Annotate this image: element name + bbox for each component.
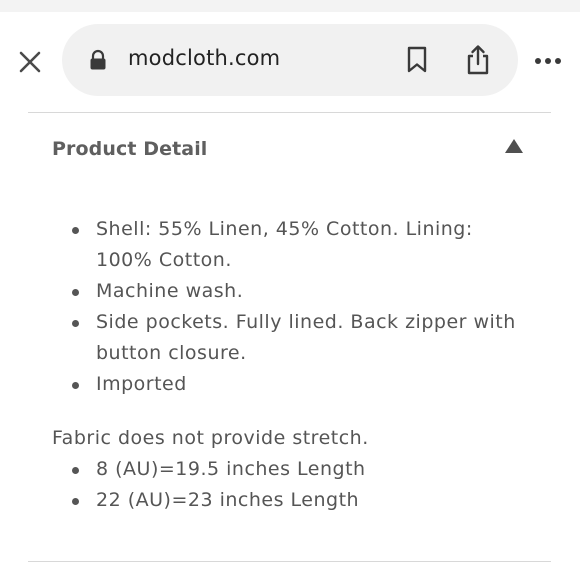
size-list: 8 (AU)=19.5 inches Length 22 (AU)=23 inc… bbox=[52, 454, 532, 516]
bullet bbox=[72, 227, 79, 234]
more-horizontal-icon bbox=[535, 58, 561, 64]
list-item: 8 (AU)=19.5 inches Length bbox=[52, 454, 532, 485]
bullet bbox=[72, 498, 79, 505]
list-item: Side pockets. Fully lined. Back zipper w… bbox=[52, 307, 532, 369]
page: modcloth.com Product Detail Shell: 55% L… bbox=[0, 0, 580, 580]
address-bar[interactable]: modcloth.com bbox=[62, 24, 518, 96]
close-button[interactable] bbox=[14, 46, 46, 78]
product-detail-title: Product Detail bbox=[52, 138, 208, 160]
bullet bbox=[72, 289, 79, 296]
list-item: 22 (AU)=23 inches Length bbox=[52, 485, 532, 516]
bullet bbox=[72, 320, 79, 327]
bullet bbox=[72, 382, 79, 389]
lock-icon bbox=[90, 49, 106, 70]
bullet bbox=[72, 467, 79, 474]
browser-toolbar: modcloth.com bbox=[0, 12, 580, 108]
triangle-up-icon[interactable] bbox=[504, 138, 524, 154]
bookmark-button[interactable] bbox=[400, 42, 434, 78]
product-detail-list: Shell: 55% Linen, 45% Cotton. Lining: 10… bbox=[52, 214, 532, 400]
url-text: modcloth.com bbox=[128, 46, 281, 70]
top-divider bbox=[28, 112, 551, 113]
status-strip bbox=[0, 0, 580, 12]
product-detail-accordion-header[interactable]: Product Detail bbox=[28, 124, 551, 180]
share-icon bbox=[467, 45, 489, 75]
share-button[interactable] bbox=[460, 40, 496, 80]
more-options-button[interactable] bbox=[530, 46, 566, 76]
list-item: Imported bbox=[52, 369, 532, 400]
list-item: Machine wash. bbox=[52, 276, 532, 307]
list-item: Shell: 55% Linen, 45% Cotton. Lining: 10… bbox=[52, 214, 532, 276]
close-icon bbox=[19, 51, 41, 73]
bookmark-icon bbox=[407, 46, 427, 73]
bottom-divider bbox=[28, 561, 551, 562]
stretch-note: Fabric does not provide stretch. bbox=[52, 427, 369, 449]
